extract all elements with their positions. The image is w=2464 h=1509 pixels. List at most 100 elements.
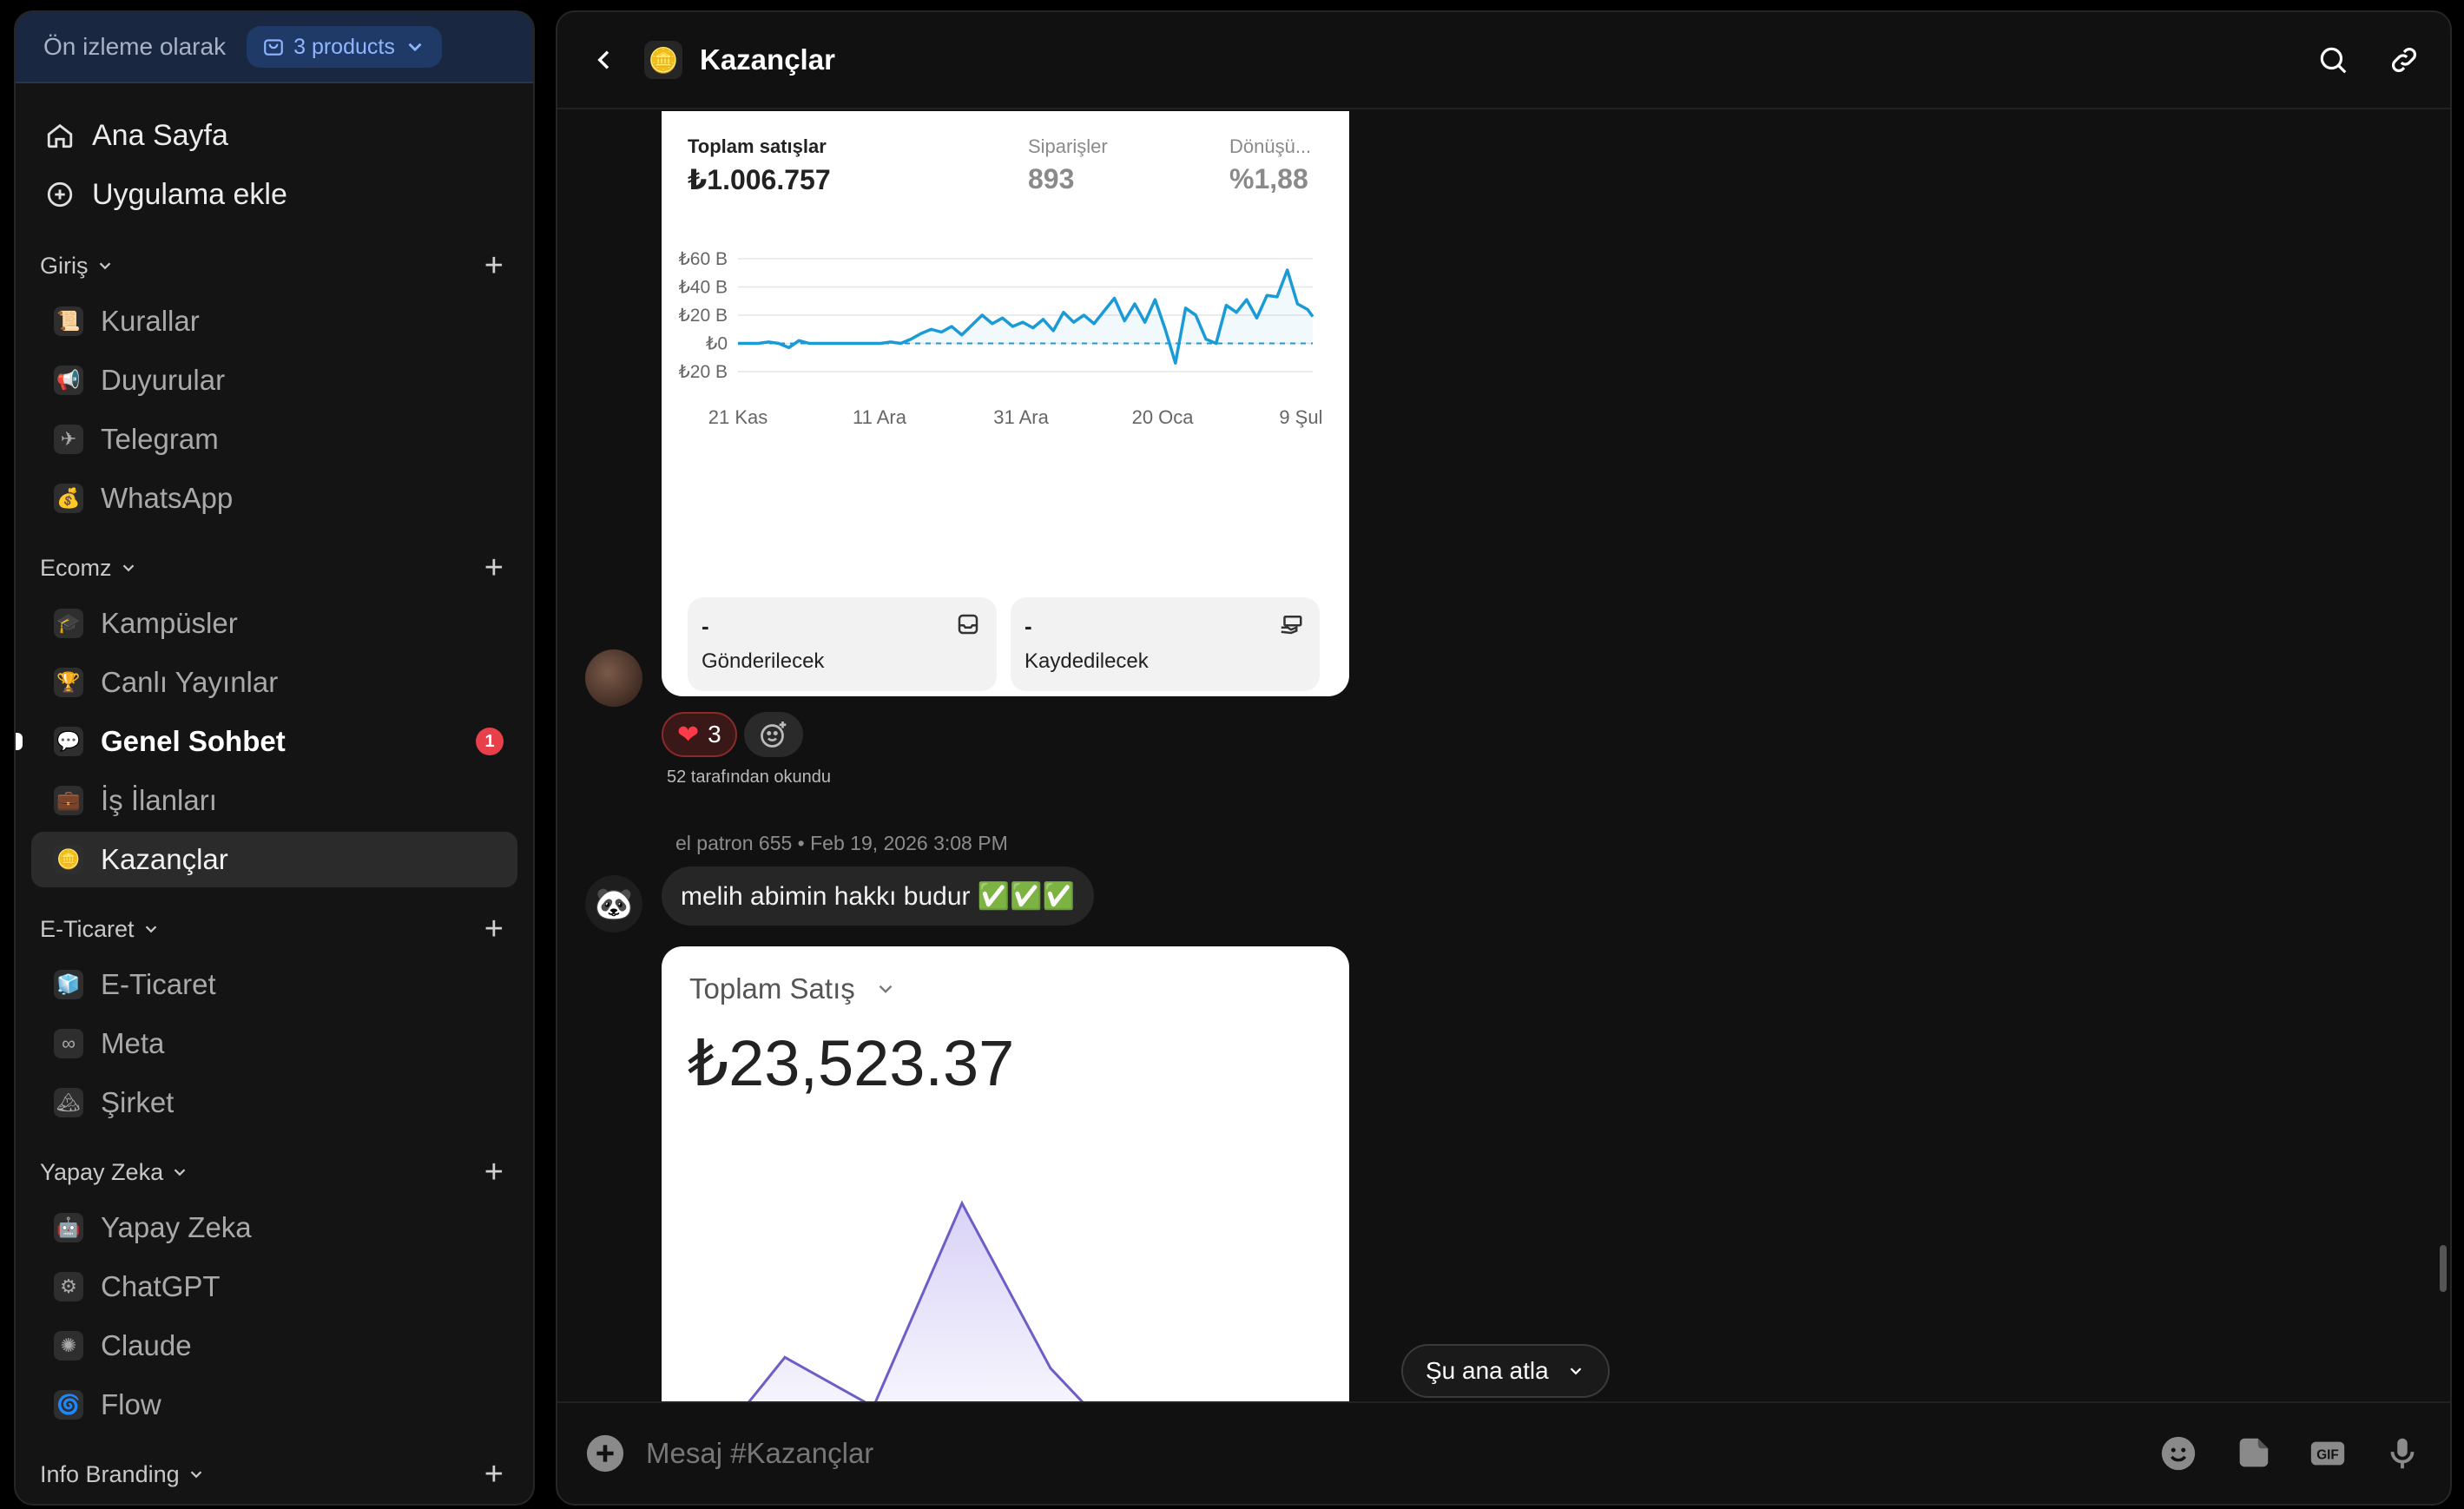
sidebar-item-channel[interactable]: ✺ Claude	[31, 1318, 517, 1374]
x-tick-label: 31 Ara	[993, 406, 1049, 428]
chevron-left-icon	[597, 50, 609, 69]
bag-icon	[264, 39, 283, 56]
section-header[interactable]: Giriş +	[31, 241, 517, 290]
read-receipt: 52 tarafından okundu	[667, 768, 832, 787]
channel-icon: 🎓	[54, 609, 83, 638]
section-title-label: E-Ticaret	[40, 915, 135, 942]
add-channel-button[interactable]: +	[484, 913, 504, 946]
avatar[interactable]	[585, 649, 642, 707]
add-channel-button[interactable]: +	[484, 249, 504, 282]
sidebar-item-channel[interactable]: 🧊 E-Ticaret	[31, 957, 517, 1012]
section-header[interactable]: Yapay Zeka +	[31, 1148, 517, 1196]
unread-badge: 1	[476, 728, 504, 755]
section-header[interactable]: Info Branding +	[31, 1450, 517, 1499]
channel-icon: ∞	[54, 1029, 83, 1058]
sidebar-item-channel[interactable]: 💬 Genel Sohbet 1	[16, 714, 517, 769]
preview-bar: Ön izleme olarak 3 products	[16, 12, 533, 83]
channel-sections: Giriş + 📜 Kurallar 📢 Duyurular ✈ Telegram 💰 Whats…	[16, 241, 517, 1499]
sidebar-item-channel[interactable]: ∞ Meta	[31, 1016, 517, 1071]
stat-conversion: Dönüşü... %1,88	[1229, 135, 1311, 195]
chevron-down-icon	[174, 1169, 186, 1176]
sidebar-nav: Ana Sayfa Uygulama ekle Giriş + 📜 Kurallar 📢…	[16, 83, 533, 1499]
sidebar-item-channel[interactable]: 🏔 Şirket	[31, 1075, 517, 1130]
sidebar-item-channel[interactable]: 🌀 Flow	[31, 1377, 517, 1433]
plus-circle-icon[interactable]	[585, 1433, 625, 1473]
svg-text:GIF: GIF	[2316, 1448, 2339, 1463]
channel-label: Canlı Yayınlar	[101, 666, 279, 698]
stat-label: Siparişler	[1028, 135, 1108, 157]
channel-label: Kurallar	[101, 305, 200, 337]
gif-icon[interactable]: GIF	[2308, 1433, 2348, 1473]
add-channel-button[interactable]: +	[484, 1156, 504, 1189]
sidebar-item-channel[interactable]: 🏆 Canlı Yayınlar	[31, 655, 517, 710]
image-attachment-sales-dashboard[interactable]: Toplam satışlar ₺1.006.757 Siparişler 89…	[662, 111, 1349, 696]
sidebar-item-channel[interactable]: 📢 Duyurular	[31, 353, 517, 408]
nav-add-app[interactable]: Uygulama ekle	[31, 165, 517, 224]
meta-separator: •	[797, 832, 811, 854]
sidebar-item-channel[interactable]: 🪙 Kazançlar	[31, 832, 517, 887]
avatar[interactable]: 🐼	[585, 875, 642, 932]
link-icon[interactable]	[2388, 43, 2421, 76]
channel-icon: 🏔	[54, 1088, 83, 1117]
add-channel-button[interactable]: +	[484, 551, 504, 584]
preview-label: Ön izleme olarak	[43, 33, 227, 60]
section-title-label: Yapay Zeka	[40, 1158, 164, 1185]
section-header[interactable]: E-Ticaret +	[31, 905, 517, 953]
sticker-icon[interactable]	[2233, 1433, 2273, 1473]
scrollbar-thumb[interactable]	[2440, 1245, 2447, 1292]
nav-home[interactable]: Ana Sayfa	[31, 106, 517, 165]
channel-label: E-Ticaret	[101, 968, 216, 1000]
stats-row: Toplam satışlar ₺1.006.757 Siparişler 89…	[688, 135, 1332, 214]
channel-icon: 🪙	[54, 845, 83, 874]
search-icon[interactable]	[2316, 43, 2349, 76]
sidebar-item-channel[interactable]: 💰 WhatsApp	[31, 471, 517, 526]
heart-icon: ❤	[677, 720, 700, 749]
section-title-label: Giriş	[40, 252, 89, 279]
sidebar-item-channel[interactable]: ⚙ ChatGPT	[31, 1259, 517, 1315]
plus-circle-icon	[47, 181, 73, 208]
message-input[interactable]	[646, 1437, 1948, 1470]
channel-icon: ✈	[54, 425, 83, 454]
products-dropdown[interactable]: 3 products	[247, 26, 442, 68]
channel-label: Claude	[101, 1329, 192, 1361]
header-actions	[2316, 43, 2421, 76]
channel-label: Duyurular	[101, 364, 226, 396]
image-attachment-total-sales[interactable]: Toplam Satış ₺23,523.37	[662, 946, 1349, 1401]
sidebar-item-channel[interactable]: 🤖 Yapay Zeka	[31, 1200, 517, 1255]
y-tick-label: ₺40 B	[679, 278, 728, 298]
chevron-down-icon	[99, 262, 110, 270]
channel-label: WhatsApp	[101, 482, 234, 514]
section-title-label: Ecomz	[40, 554, 112, 581]
add-channel-button[interactable]: +	[484, 1458, 504, 1491]
y-tick-label: ₺60 B	[679, 250, 728, 269]
jump-to-present-button[interactable]: Şu ana atla	[1401, 1344, 1610, 1398]
channel-title: Kazançlar	[700, 43, 835, 76]
x-tick-label: 20 Oca	[1132, 406, 1195, 428]
nav-add-app-label: Uygulama ekle	[92, 177, 287, 211]
microphone-icon[interactable]	[2382, 1433, 2422, 1473]
sidebar-item-channel[interactable]: 🎓 Kampüsler	[31, 596, 517, 651]
sidebar-item-channel[interactable]: 💼 İş İlanları	[31, 773, 517, 828]
channel-label: ChatGPT	[101, 1270, 221, 1302]
chevron-down-icon	[879, 985, 893, 993]
channel-icon: ⚙	[54, 1272, 83, 1301]
sidebar-item-channel[interactable]: 📜 Kurallar	[31, 293, 517, 349]
y-tick-label: -₺20 B	[679, 362, 728, 382]
reaction-heart[interactable]: ❤ 3	[662, 712, 737, 757]
chevron-down-icon	[408, 43, 422, 52]
channel-icon: 📜	[54, 306, 83, 336]
emoji-icon[interactable]	[2158, 1433, 2198, 1473]
chevron-down-icon	[190, 1471, 201, 1479]
nav-home-label: Ana Sayfa	[92, 118, 228, 152]
back-button[interactable]	[587, 43, 622, 77]
message-author[interactable]: el patron 655	[675, 832, 792, 854]
stat-label: Toplam satışlar	[688, 135, 827, 157]
channel-icon: 💰	[54, 484, 83, 513]
sidebar-item-channel[interactable]: ✈ Telegram	[31, 412, 517, 467]
products-label: 3 products	[293, 34, 395, 59]
stat-value: %1,88	[1229, 163, 1308, 194]
section-header[interactable]: Ecomz +	[31, 544, 517, 592]
channel-label: Yapay Zeka	[101, 1211, 252, 1243]
chevron-down-icon	[145, 926, 156, 933]
add-reaction-button[interactable]	[743, 712, 803, 757]
